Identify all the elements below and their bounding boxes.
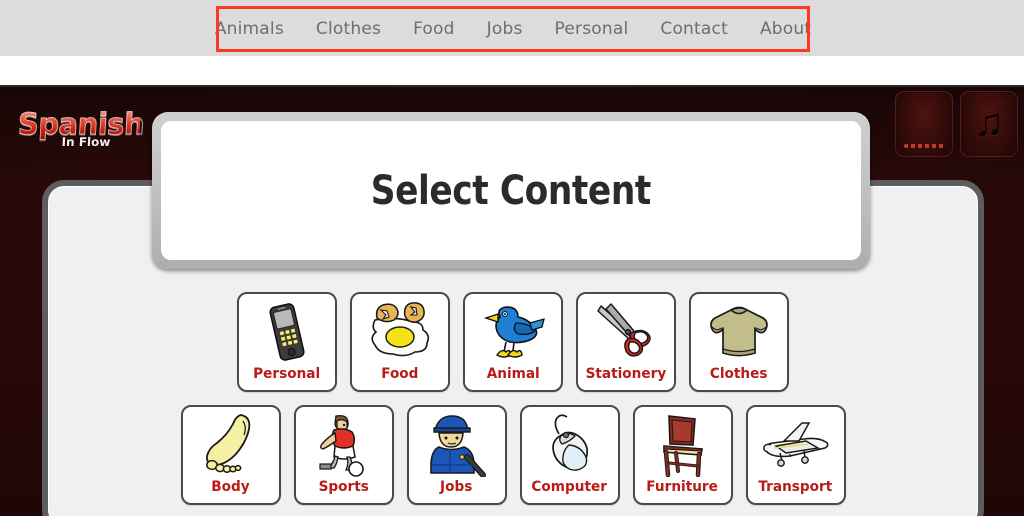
title-panel-inner: Select Content — [161, 121, 861, 260]
tile-label: Furniture — [646, 479, 719, 495]
top-navigation-bar: Animals Clothes Food Jobs Personal Conta… — [0, 0, 1024, 56]
logo-sub-text: In Flow — [61, 135, 111, 149]
blank-button[interactable] — [895, 91, 953, 157]
tile-label: Transport — [758, 479, 833, 495]
music-note-icon: ♫ — [974, 101, 1004, 145]
tile-label: Clothes — [710, 366, 768, 382]
tile-computer[interactable]: Computer — [519, 405, 620, 505]
tile-food[interactable]: Food — [350, 292, 450, 392]
tile-body[interactable]: Body — [180, 405, 281, 505]
tile-row: Personal Food Animal Stationery Clothes — [48, 292, 978, 392]
tile-label: Sports — [318, 479, 369, 495]
scissors-icon — [590, 299, 662, 365]
tile-label: Computer — [531, 479, 608, 495]
foot-icon — [195, 412, 267, 478]
chair-icon — [647, 412, 719, 478]
tile-row: Body Sports Jobs Computer Furniture Tran… — [48, 405, 978, 505]
page-white-strip — [0, 56, 1024, 85]
tile-jobs[interactable]: Jobs — [406, 405, 507, 505]
nav-item-about[interactable]: About — [744, 19, 827, 39]
tile-label: Food — [381, 366, 419, 382]
tile-transport[interactable]: Transport — [745, 405, 846, 505]
nav-item-personal[interactable]: Personal — [539, 19, 645, 39]
tile-clothes[interactable]: Clothes — [689, 292, 789, 392]
mobile-phone-icon — [251, 299, 323, 365]
title-panel: Select Content — [152, 112, 870, 269]
nav-item-animals[interactable]: Animals — [199, 19, 300, 39]
nav-item-contact[interactable]: Contact — [644, 19, 744, 39]
tile-label: Jobs — [440, 479, 473, 495]
blue-bird-icon — [477, 299, 549, 365]
tile-label: Body — [211, 479, 250, 495]
fried-egg-icon — [364, 299, 436, 365]
sweater-icon — [703, 299, 775, 365]
music-button[interactable]: ♫ — [960, 91, 1018, 157]
nav-links-container: Animals Clothes Food Jobs Personal Conta… — [215, 6, 811, 52]
police-officer-icon — [421, 412, 493, 478]
tile-stationery[interactable]: Stationery — [576, 292, 676, 392]
app-window: Spanish In Flow ♫ Personal Food Animal S… — [0, 85, 1024, 516]
tile-furniture[interactable]: Furniture — [632, 405, 733, 505]
page-title: Select Content — [370, 167, 652, 214]
soccer-player-icon — [308, 412, 380, 478]
nav-item-clothes[interactable]: Clothes — [300, 19, 397, 39]
tile-label: Animal — [486, 366, 540, 382]
tile-label: Stationery — [585, 366, 667, 382]
top-right-controls: ♫ — [895, 91, 1018, 157]
tile-animal[interactable]: Animal — [463, 292, 563, 392]
dashed-line-icon — [904, 144, 944, 148]
app-logo: Spanish In Flow — [17, 107, 146, 159]
airplane-icon — [760, 412, 832, 478]
nav-item-food[interactable]: Food — [397, 19, 471, 39]
nav-item-jobs[interactable]: Jobs — [471, 19, 539, 39]
tile-personal[interactable]: Personal — [237, 292, 337, 392]
tile-label: Personal — [253, 366, 321, 382]
computer-mouse-icon — [534, 412, 606, 478]
tile-sports[interactable]: Sports — [293, 405, 394, 505]
